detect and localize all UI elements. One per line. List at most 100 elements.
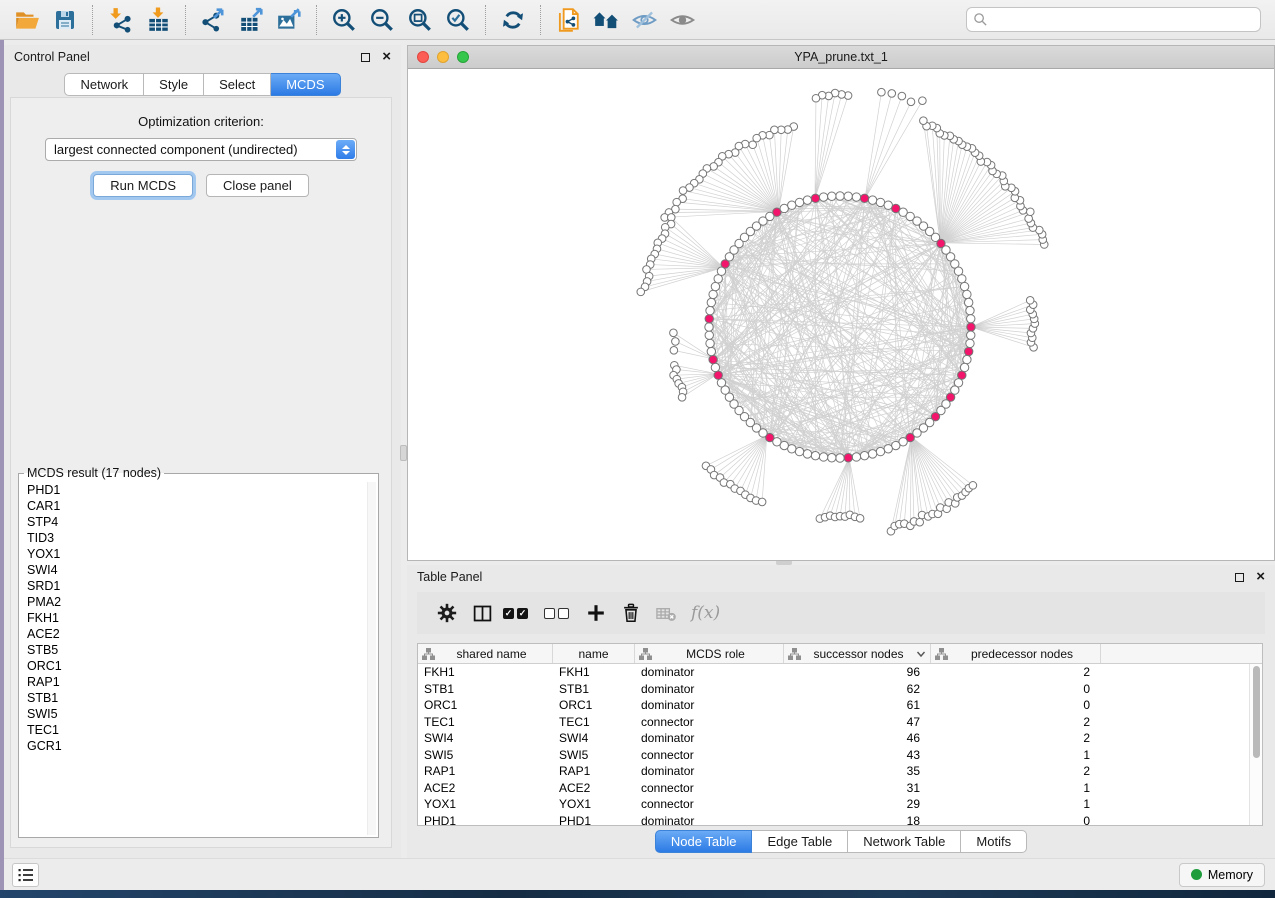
network-node[interactable]: [828, 454, 836, 462]
table-row[interactable]: FKH1FKH1dominator962: [418, 664, 1262, 681]
network-node[interactable]: [964, 298, 972, 306]
mcds-node-item[interactable]: ACE2: [27, 626, 366, 642]
network-node[interactable]: [803, 450, 811, 458]
network-node[interactable]: [828, 192, 836, 200]
mcds-node-item[interactable]: GCR1: [27, 738, 366, 754]
table-row[interactable]: SWI5SWI5connector431: [418, 747, 1262, 764]
float-panel-icon[interactable]: [1235, 573, 1244, 582]
mcds-result-list[interactable]: PHD1CAR1STP4TID3YOX1SWI4SRD1PMA2FKH1ACE2…: [20, 480, 366, 836]
network-node[interactable]: [963, 355, 971, 363]
cell[interactable]: 2: [931, 665, 1101, 679]
network-node[interactable]: [812, 94, 820, 102]
network-node[interactable]: [673, 198, 681, 206]
column-header-name[interactable]: name: [553, 644, 635, 663]
cell[interactable]: TEC1: [553, 715, 635, 729]
cell[interactable]: SWI4: [418, 731, 553, 745]
mcds-node-item[interactable]: SWI4: [27, 562, 366, 578]
column-header-predecessor-nodes[interactable]: predecessor nodes: [931, 644, 1101, 663]
memory-button[interactable]: Memory: [1179, 863, 1265, 887]
criterion-select[interactable]: largest connected component (undirected): [45, 138, 357, 161]
network-node[interactable]: [819, 193, 827, 201]
network-node[interactable]: [819, 453, 827, 461]
dominator-node[interactable]: [967, 323, 975, 331]
network-node[interactable]: [836, 454, 844, 462]
clone-network-button[interactable]: [552, 4, 584, 36]
network-node[interactable]: [852, 453, 860, 461]
cell[interactable]: 1: [931, 797, 1101, 811]
network-node[interactable]: [966, 306, 974, 314]
hide-selected-button[interactable]: [628, 4, 660, 36]
cell[interactable]: PHD1: [553, 814, 635, 828]
cell[interactable]: SWI4: [553, 731, 635, 745]
network-node[interactable]: [672, 338, 680, 346]
show-all-button[interactable]: [666, 4, 698, 36]
save-session-button[interactable]: [49, 4, 81, 36]
network-node[interactable]: [711, 282, 719, 290]
tab-select[interactable]: Select: [204, 73, 271, 96]
network-node[interactable]: [969, 482, 977, 490]
cell[interactable]: 2: [931, 715, 1101, 729]
cell[interactable]: 2: [931, 731, 1101, 745]
network-node[interactable]: [637, 288, 645, 296]
network-node[interactable]: [966, 339, 974, 347]
network-node[interactable]: [788, 201, 796, 209]
cell[interactable]: 0: [931, 814, 1101, 828]
cell[interactable]: 1: [931, 781, 1101, 795]
cell[interactable]: 35: [784, 764, 931, 778]
search-input[interactable]: [988, 10, 1260, 30]
network-node[interactable]: [670, 347, 678, 355]
mcds-node-item[interactable]: PHD1: [27, 482, 366, 498]
network-node[interactable]: [795, 447, 803, 455]
network-node[interactable]: [836, 192, 844, 200]
cell[interactable]: PHD1: [418, 814, 553, 828]
network-node[interactable]: [844, 192, 852, 200]
table-row[interactable]: SWI4SWI4dominator462: [418, 730, 1262, 747]
mcds-node-item[interactable]: RAP1: [27, 674, 366, 690]
export-image-button[interactable]: [273, 4, 305, 36]
network-node[interactable]: [919, 97, 927, 105]
dominator-node[interactable]: [709, 355, 717, 363]
table-row[interactable]: PHD1PHD1dominator180: [418, 813, 1262, 830]
close-panel-button[interactable]: Close panel: [206, 174, 309, 197]
network-node[interactable]: [707, 298, 715, 306]
cell[interactable]: YOX1: [418, 797, 553, 811]
table-row[interactable]: TEC1TEC1connector472: [418, 714, 1262, 731]
mcds-node-item[interactable]: PMA2: [27, 594, 366, 610]
cell[interactable]: STB1: [553, 682, 635, 696]
network-node[interactable]: [711, 363, 719, 371]
vertical-splitter-handle[interactable]: [400, 445, 407, 461]
cell[interactable]: 2: [931, 764, 1101, 778]
network-node[interactable]: [967, 315, 975, 323]
cell[interactable]: RAP1: [418, 764, 553, 778]
network-node[interactable]: [1026, 208, 1034, 216]
dominator-node[interactable]: [705, 315, 713, 323]
close-panel-icon[interactable]: ×: [382, 52, 391, 62]
delete-column-button[interactable]: [617, 599, 645, 627]
cell[interactable]: dominator: [635, 665, 784, 679]
cell[interactable]: connector: [635, 797, 784, 811]
cell[interactable]: dominator: [635, 731, 784, 745]
cell[interactable]: 31: [784, 781, 931, 795]
network-node[interactable]: [758, 498, 766, 506]
cell[interactable]: 47: [784, 715, 931, 729]
cell[interactable]: RAP1: [553, 764, 635, 778]
column-header-MCDS-role[interactable]: MCDS role: [635, 644, 784, 663]
import-network-button[interactable]: [104, 4, 136, 36]
cell[interactable]: FKH1: [418, 665, 553, 679]
cell[interactable]: 46: [784, 731, 931, 745]
run-mcds-button[interactable]: Run MCDS: [93, 174, 193, 197]
cell[interactable]: connector: [635, 748, 784, 762]
network-node[interactable]: [884, 445, 892, 453]
open-file-button[interactable]: [11, 4, 43, 36]
dominator-node[interactable]: [844, 454, 852, 462]
zoom-out-button[interactable]: [366, 4, 398, 36]
cell[interactable]: ACE2: [553, 781, 635, 795]
cell[interactable]: 43: [784, 748, 931, 762]
network-node[interactable]: [705, 323, 713, 331]
dominator-node[interactable]: [714, 371, 722, 379]
dominator-node[interactable]: [811, 194, 819, 202]
cell[interactable]: dominator: [635, 698, 784, 712]
tab-mcds[interactable]: MCDS: [271, 73, 340, 96]
cell[interactable]: dominator: [635, 764, 784, 778]
mcds-node-item[interactable]: ORC1: [27, 658, 366, 674]
